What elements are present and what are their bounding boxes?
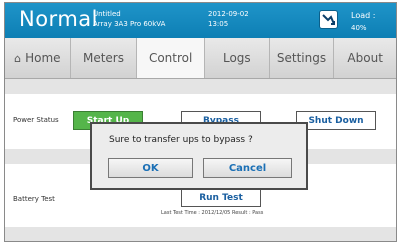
last-test-info: Last Test Time : 2012/12/05 Result : Pas… (161, 210, 264, 216)
battery-test-label: Battery Test (13, 195, 55, 203)
load-readout: Load : 40% (351, 9, 375, 35)
power-status-label: Power Status (13, 116, 59, 124)
date-text: 2012-09-02 (208, 10, 249, 18)
load-value: 40% (351, 24, 367, 32)
status-header: Normal Untitled Array 3A3 Pro 60kVA 2012… (5, 3, 396, 38)
section-spacer (5, 79, 396, 94)
home-icon: ⌂ (14, 51, 22, 65)
run-test-button[interactable]: Run Test (181, 188, 261, 207)
tab-about[interactable]: About (334, 38, 396, 78)
date-time: 2012-09-02 13:05 (208, 9, 249, 29)
tab-control[interactable]: Control (137, 38, 205, 78)
tab-home-label: Home (25, 51, 61, 65)
cancel-button[interactable]: Cancel (203, 158, 292, 178)
tab-meters[interactable]: Meters (71, 38, 138, 78)
device-model: Array 3A3 Pro 60kVA (93, 20, 166, 28)
tab-about-label: About (347, 51, 383, 65)
load-label: Load : (351, 11, 376, 20)
tab-settings[interactable]: Settings (270, 38, 335, 78)
bypass-status-icon (319, 10, 338, 29)
tab-logs[interactable]: Logs (205, 38, 270, 78)
tab-logs-label: Logs (222, 51, 251, 65)
nav-tabs: ⌂ Home Meters Control Logs Settings Abou… (5, 38, 396, 79)
tab-settings-label: Settings (276, 51, 327, 65)
dialog-message: Sure to transfer ups to bypass ? (109, 135, 253, 145)
ok-button[interactable]: OK (108, 158, 193, 178)
bypass-confirm-dialog: Sure to transfer ups to bypass ? OK Canc… (90, 122, 308, 190)
operating-mode: Normal (19, 7, 98, 31)
device-info: Untitled Array 3A3 Pro 60kVA (93, 9, 165, 29)
shut-down-button[interactable]: Shut Down (296, 111, 376, 130)
tab-home[interactable]: ⌂ Home (5, 38, 71, 78)
time-text: 13:05 (208, 20, 229, 28)
bypass-arrow-icon (322, 14, 335, 25)
tab-meters-label: Meters (82, 51, 124, 65)
device-name: Untitled (93, 10, 121, 18)
tab-control-label: Control (148, 51, 193, 65)
section-spacer (5, 227, 396, 241)
